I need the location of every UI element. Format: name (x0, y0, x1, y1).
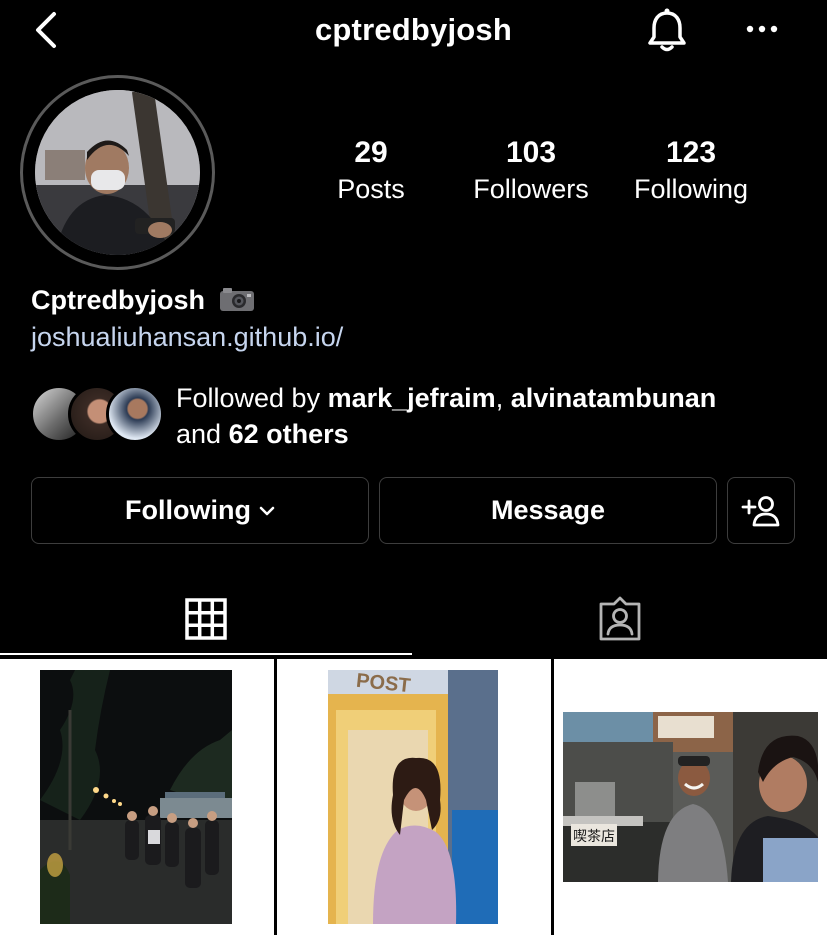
top-bar: cptredbyjosh (0, 0, 827, 62)
following-count: 123 (665, 136, 717, 169)
posts-count: 29 (354, 136, 388, 169)
tab-tagged[interactable] (414, 582, 826, 656)
stat-followers[interactable]: 103 Followers (462, 136, 600, 206)
following-button-label: Following (125, 495, 251, 525)
camera-emoji-icon (219, 288, 254, 311)
followers-label: Followers (473, 174, 589, 204)
chevron-down-icon (259, 506, 275, 515)
add-person-icon (741, 495, 780, 526)
post-image-1 (40, 670, 232, 924)
followed-by-text[interactable]: Followed by mark_jefraim, alvinatambunan… (176, 380, 796, 452)
tab-posts-grid[interactable] (0, 582, 412, 656)
stat-posts[interactable]: 29 Posts (316, 136, 426, 206)
following-label: Following (633, 174, 749, 204)
post-thumbnail-1[interactable] (0, 659, 274, 935)
followed-by-prefix: Followed by (176, 383, 328, 413)
posts-grid: POST 喫茶店 (0, 657, 827, 935)
active-tab-indicator (0, 653, 412, 655)
post-thumbnail-2[interactable]: POST (277, 659, 551, 935)
more-horizontal-icon[interactable] (744, 16, 780, 42)
followed-by-user-2: alvinatambunan (510, 383, 717, 413)
mutual-avatar-3 (106, 385, 164, 443)
tagged-person-icon (599, 596, 641, 641)
mutual-followers-avatars[interactable] (30, 385, 165, 445)
bell-icon[interactable] (642, 6, 692, 56)
posts-label: Posts (337, 174, 405, 204)
post-3-sign-text: 喫茶店 (573, 829, 615, 845)
followed-by-separator: , (495, 383, 511, 413)
post-image-3: 喫茶店 (563, 712, 818, 882)
display-name-row: Cptredbyjosh (31, 285, 255, 316)
followed-by-user-1: mark_jefraim (327, 383, 496, 413)
website-link[interactable]: joshualiuhansan.github.io/ (31, 322, 343, 353)
message-button-label: Message (490, 495, 606, 525)
grid-icon (185, 598, 227, 640)
following-button[interactable]: Following (31, 477, 369, 544)
suggested-users-button[interactable] (727, 477, 795, 544)
followers-count: 103 (505, 136, 557, 169)
profile-username: cptredbyjosh (314, 12, 513, 47)
profile-avatar-ring[interactable] (20, 75, 215, 270)
followed-by-and: and (176, 419, 229, 449)
display-name: Cptredbyjosh (31, 285, 206, 315)
avatar[interactable] (35, 90, 200, 255)
stat-following[interactable]: 123 Following (622, 136, 760, 206)
post-image-2: POST (328, 670, 498, 924)
followed-by-others: 62 others (228, 419, 349, 449)
message-button[interactable]: Message (379, 477, 717, 544)
post-thumbnail-3[interactable]: 喫茶店 (554, 659, 827, 935)
